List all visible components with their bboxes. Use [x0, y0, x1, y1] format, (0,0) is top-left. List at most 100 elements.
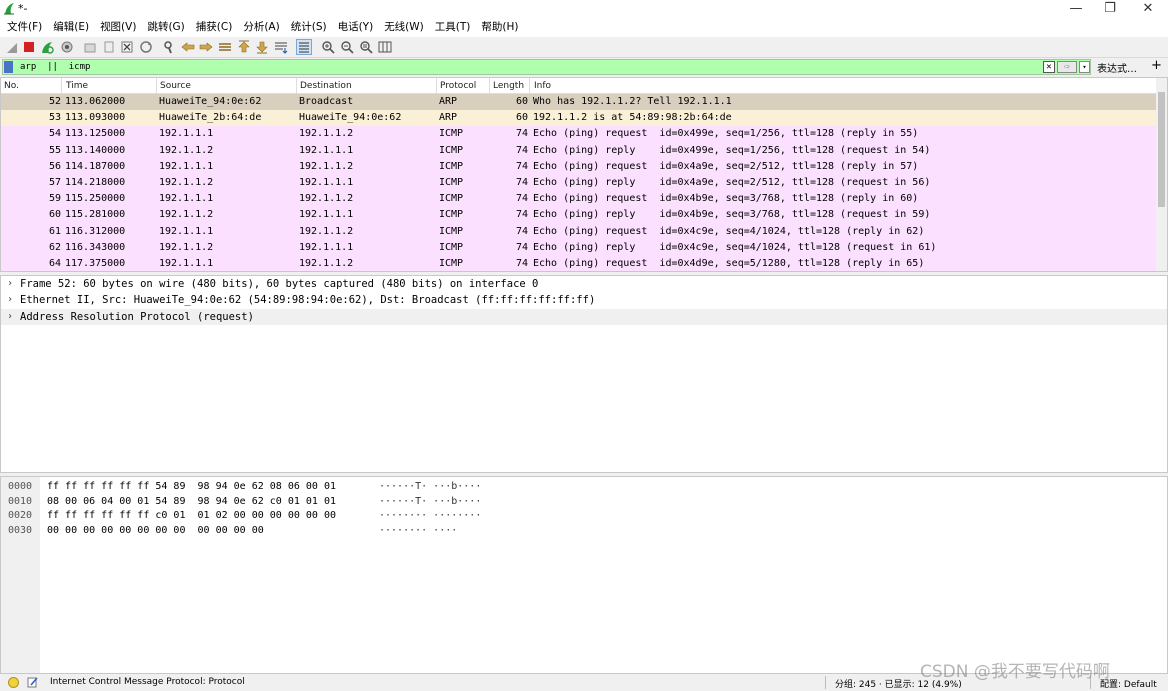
go-back-icon[interactable]	[181, 40, 195, 54]
menu-capture[interactable]: 捕获(C)	[192, 18, 240, 37]
scrollbar-thumb[interactable]	[1158, 92, 1165, 207]
packet-length: 74	[515, 176, 528, 188]
col-divider[interactable]	[436, 78, 437, 94]
packet-length: 74	[515, 209, 528, 221]
packet-row[interactable]: 53 113.093000 HuaweiTe_2b:64:de HuaweiTe_94…	[1, 110, 1156, 127]
packet-row[interactable]: 54 113.125000 192.1.1.1 192.1.1.2 ICMP 74 Echo…	[1, 126, 1156, 143]
minimize-button[interactable]: —	[1058, 0, 1094, 18]
filter-history-dropdown[interactable]: ▾	[1079, 61, 1090, 73]
packet-source: 192.1.1.1	[159, 128, 214, 140]
detail-tree-item[interactable]: › Frame 52: 60 bytes on wire (480 bits), …	[1, 276, 1167, 292]
packet-protocol: ARP	[439, 96, 458, 107]
bytes-hex: 00 00 00 00 00 00 00 00 00 00 00 00	[47, 524, 264, 536]
menu-telephony[interactable]: 电话(Y)	[334, 18, 381, 37]
expand-arrow-icon[interactable]: ›	[7, 309, 13, 325]
detail-tree-item[interactable]: › Address Resolution Protocol (request)	[1, 308, 1167, 326]
packet-protocol: ICMP	[439, 209, 464, 221]
expand-arrow-icon[interactable]: ›	[7, 276, 13, 292]
menu-help[interactable]: 帮助(H)	[477, 18, 525, 37]
packet-row[interactable]: 52 113.062000 HuaweiTe_94:0e:62 Broadcast AR…	[1, 94, 1156, 111]
packet-row[interactable]: 64 117.375000 192.1.1.1 192.1.1.2 ICMP 74 Echo…	[1, 255, 1156, 271]
menu-view[interactable]: 视图(V)	[96, 18, 143, 37]
packet-time: 115.281000	[65, 209, 126, 221]
col-divider[interactable]	[156, 78, 157, 94]
display-filter-input[interactable]: arp || icmp ✕ ⇨ ▾	[2, 59, 1091, 75]
stop-capture-icon[interactable]	[22, 40, 36, 54]
zoom-out-icon[interactable]	[340, 40, 354, 54]
watermark: CSDN @我不要写代码啊	[920, 662, 1110, 682]
status-divider	[825, 676, 826, 689]
packet-no: 61	[48, 225, 61, 237]
edit-comment-icon[interactable]	[27, 676, 39, 688]
packet-info: Echo (ping) request id=0x499e, seq=1/256…	[533, 128, 919, 140]
zoom-in-icon[interactable]	[321, 40, 335, 54]
menu-go[interactable]: 跳转(G)	[143, 18, 191, 37]
col-header-length[interactable]: Length	[493, 81, 524, 91]
col-divider[interactable]	[61, 78, 62, 94]
go-first-icon[interactable]	[237, 40, 251, 54]
col-header-time[interactable]: Time	[66, 81, 88, 91]
auto-scroll-icon[interactable]	[274, 40, 288, 54]
menu-file[interactable]: 文件(F)	[3, 18, 49, 37]
restart-capture-icon[interactable]	[40, 40, 54, 54]
detail-tree-item[interactable]: › Ethernet II, Src: HuaweiTe_94:0e:62 (54…	[1, 292, 1167, 308]
col-header-source[interactable]: Source	[160, 81, 191, 91]
menu-statistics[interactable]: 统计(S)	[287, 18, 334, 37]
find-packet-icon[interactable]	[162, 40, 176, 54]
packet-list-scrollbar[interactable]	[1156, 78, 1167, 271]
go-forward-icon[interactable]	[199, 40, 213, 54]
normal-size-icon[interactable]	[359, 40, 373, 54]
col-header-no[interactable]: No.	[4, 81, 19, 91]
menu-tools[interactable]: 工具(T)	[431, 18, 478, 37]
packet-bytes: 0000 ff ff ff ff ff ff 54 89 98 94 0e 62 …	[0, 476, 1168, 674]
col-header-protocol[interactable]: Protocol	[440, 81, 476, 91]
packet-row[interactable]: 57 114.218000 192.1.1.2 192.1.1.1 ICMP 74 Echo…	[1, 174, 1156, 192]
close-file-icon[interactable]	[120, 40, 134, 54]
add-filter-button[interactable]: +	[1151, 58, 1162, 73]
packet-row[interactable]: 59 115.250000 192.1.1.1 192.1.1.2 ICMP 74 Echo…	[1, 191, 1156, 208]
col-header-info[interactable]: Info	[534, 81, 551, 91]
packet-no: 56	[48, 160, 61, 172]
save-file-icon[interactable]	[102, 40, 116, 54]
packet-rows: 52 113.062000 HuaweiTe_94:0e:62 Broadcast AR…	[1, 94, 1156, 271]
packet-destination: 192.1.1.2	[299, 160, 354, 172]
packet-destination: Broadcast	[299, 96, 354, 107]
expand-arrow-icon[interactable]: ›	[7, 292, 13, 308]
packet-no: 64	[48, 257, 61, 269]
restore-button[interactable]: ❐	[1092, 0, 1128, 18]
packet-row[interactable]: 61 116.312000 192.1.1.1 192.1.1.2 ICMP 74 Echo…	[1, 223, 1156, 240]
go-last-icon[interactable]	[255, 40, 269, 54]
packet-time: 116.312000	[65, 225, 126, 237]
packet-row[interactable]: 62 116.343000 192.1.1.2 192.1.1.1 ICMP 74 Echo…	[1, 239, 1156, 256]
reload-file-icon[interactable]	[139, 40, 153, 54]
packet-destination: 192.1.1.1	[299, 209, 354, 221]
resize-columns-icon[interactable]	[378, 40, 392, 54]
detail-text: Address Resolution Protocol (request)	[20, 310, 254, 323]
packet-source: 192.1.1.1	[159, 257, 214, 269]
apply-filter-icon[interactable]: ⇨	[1057, 61, 1077, 73]
packet-row[interactable]: 56 114.187000 192.1.1.1 192.1.1.2 ICMP 74 Echo…	[1, 158, 1156, 175]
col-header-destination[interactable]: Destination	[300, 81, 352, 91]
filter-text: arp || icmp	[20, 62, 91, 72]
clear-filter-icon[interactable]: ✕	[1043, 61, 1055, 73]
colorize-icon[interactable]	[296, 39, 312, 55]
capture-options-icon[interactable]	[60, 40, 74, 54]
packet-length: 74	[515, 193, 528, 205]
packet-protocol: ICMP	[439, 241, 464, 253]
go-to-packet-icon[interactable]	[218, 40, 232, 54]
packet-row[interactable]: 60 115.281000 192.1.1.2 192.1.1.1 ICMP 74 Echo…	[1, 207, 1156, 224]
expert-info-icon[interactable]	[8, 677, 19, 688]
packet-no: 60	[48, 209, 61, 221]
expression-button[interactable]: 表达式…	[1097, 60, 1137, 75]
col-divider[interactable]	[529, 78, 530, 94]
menu-edit[interactable]: 编辑(E)	[49, 18, 96, 37]
start-capture-icon[interactable]	[5, 40, 19, 54]
menu-wireless[interactable]: 无线(W)	[380, 18, 431, 37]
col-divider[interactable]	[296, 78, 297, 94]
col-divider[interactable]	[489, 78, 490, 94]
packet-row[interactable]: 55 113.140000 192.1.1.2 192.1.1.1 ICMP 74 Echo…	[1, 142, 1156, 159]
menu-analyze[interactable]: 分析(A)	[239, 18, 286, 37]
close-button[interactable]: ✕	[1130, 0, 1166, 18]
filter-bookmark-icon[interactable]	[4, 61, 13, 73]
open-file-icon[interactable]	[83, 40, 97, 54]
